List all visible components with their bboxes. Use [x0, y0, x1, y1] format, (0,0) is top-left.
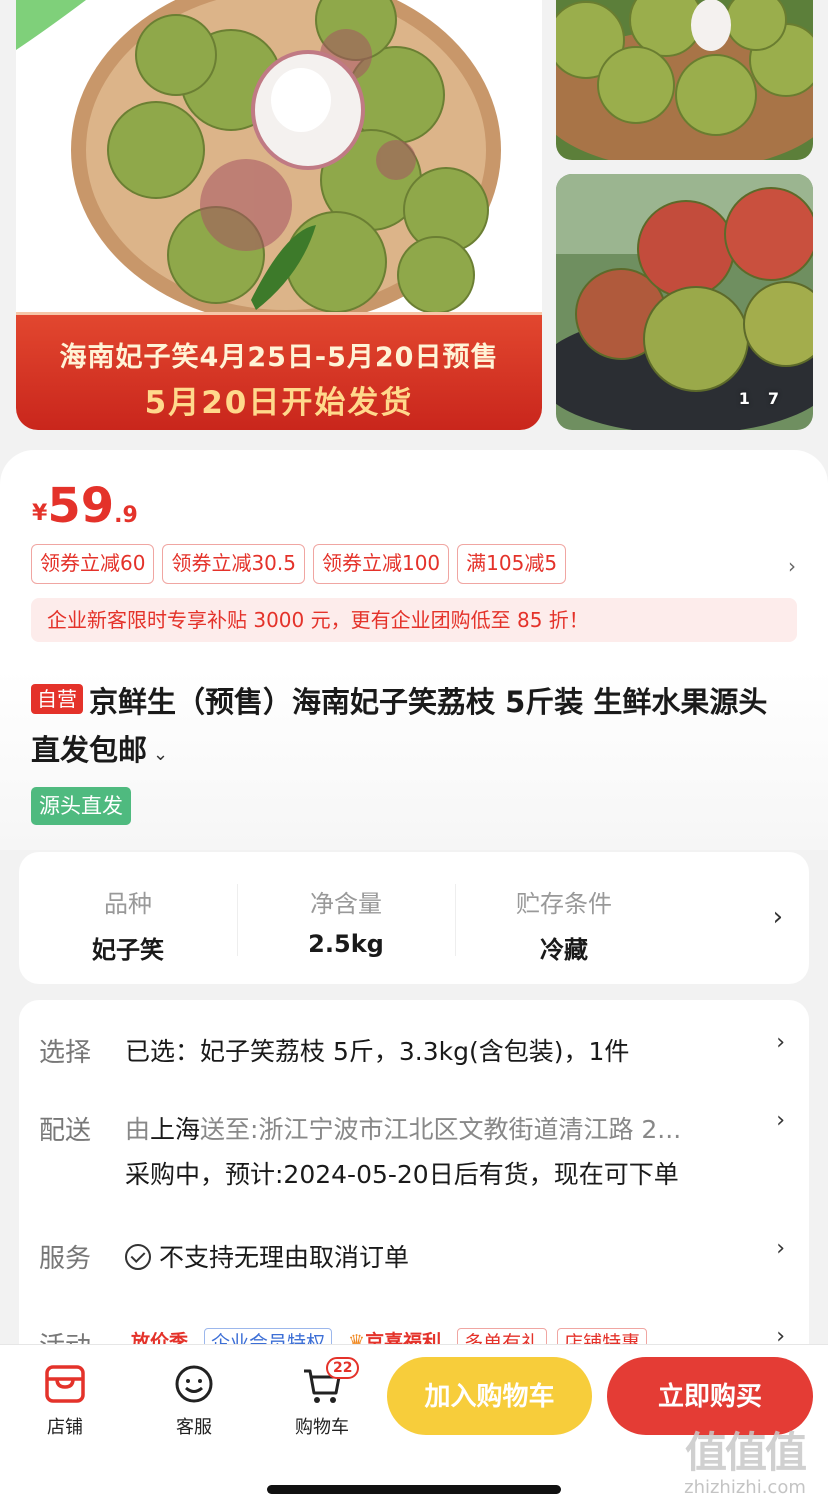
coupon-more-chevron-icon[interactable]: › [788, 554, 796, 578]
origin-city: 上海 [150, 1115, 201, 1144]
chevron-right-icon[interactable]: › [776, 1030, 785, 1055]
coupon-tag[interactable]: 领券立减30.5 [162, 544, 305, 584]
chevron-right-icon[interactable]: › [776, 1236, 785, 1261]
check-circle-icon [125, 1244, 151, 1270]
promo-line-2: 5月20日开始发货 [144, 385, 414, 421]
watermark-logo: 值值值 [684, 1428, 807, 1477]
watermark-site: zhizhizhi.com [684, 1477, 806, 1498]
site-watermark: 值值值 zhizhizhi.com [670, 1429, 820, 1505]
delivery-address: 由上海送至:浙江宁波市江北区文教街道清江路 2... [125, 1115, 682, 1144]
details-card: 选择 已选：妃子笑荔枝 5斤，3.3kg(含包装)，1件 › 配送 由上海送至:… [19, 1000, 809, 1360]
chat-smile-icon [175, 1365, 213, 1403]
attribute-key: 净含量 [310, 890, 382, 918]
attribute-value: 冷藏 [540, 936, 588, 964]
currency-symbol: ¥ [32, 501, 48, 526]
price: ¥59.9 [32, 478, 138, 534]
store-icon [45, 1365, 85, 1403]
delivery-label: 配送 [39, 1116, 92, 1146]
chevron-right-icon[interactable]: › [773, 902, 783, 932]
source-direct-badge: 源头直发 [31, 787, 131, 825]
attribute-storage: 贮存条件 冷藏 [455, 852, 673, 984]
home-indicator[interactable] [267, 1485, 561, 1494]
lychee-bowl-illustration [556, 0, 813, 160]
thumbnail-image-1[interactable] [556, 0, 813, 160]
coupon-tag[interactable]: 满105减5 [457, 544, 567, 584]
buy-now-button[interactable]: 立即购买 [607, 1357, 813, 1435]
bottom-action-bar: 店铺 客服 22 购物车 加入购物车 立即购买 值值值 zhizhizhi.co… [0, 1344, 828, 1508]
chevron-down-icon[interactable]: ⌄ [153, 744, 168, 765]
cart-label: 购物车 [295, 1417, 349, 1438]
coupon-list: 领券立减60 领券立减30.5 领券立减100 满105减5 [31, 544, 567, 584]
attributes-card[interactable]: 品种 妃子笑 净含量 2.5kg 贮存条件 冷藏 › [19, 852, 809, 984]
customer-service-button[interactable]: 客服 [154, 1363, 234, 1439]
attribute-variety: 品种 妃子笑 [19, 852, 237, 984]
coupon-tag[interactable]: 领券立减100 [312, 544, 450, 584]
price-decimal: .9 [114, 503, 138, 528]
enterprise-subsidy-banner[interactable]: 企业新客限时专享补贴 3000 元，更有企业团购低至 85 折！ [31, 598, 797, 642]
cart-count-badge: 22 [326, 1357, 360, 1379]
select-label: 选择 [39, 1038, 92, 1068]
image-gallery[interactable]: 海南妃子笑4月25日-5月20日预售 5月20日开始发货 17 [0, 0, 828, 450]
price-integer: 59 [47, 478, 115, 534]
service-label: 服务 [39, 1244, 92, 1274]
delivery-status: 采购中，预计:2024-05-20日后有货，现在可下单 [125, 1160, 679, 1189]
store-nav-button[interactable]: 店铺 [25, 1363, 105, 1439]
attribute-key: 品种 [104, 890, 152, 918]
thumbnail-image-2[interactable]: 17 [556, 174, 813, 430]
selected-spec: 已选：妃子笑荔枝 5斤，3.3kg(含包装)，1件 [125, 1037, 630, 1066]
cart-nav-button[interactable]: 22 购物车 [282, 1357, 362, 1439]
main-product-image[interactable]: 海南妃子笑4月25日-5月20日预售 5月20日开始发货 [16, 0, 542, 430]
product-info-card: ¥59.9 领券立减60 领券立减30.5 领券立减100 满105减5 › 企… [0, 450, 828, 850]
product-title[interactable]: 自营 京鲜生（预售）海南妃子笑荔枝 5斤装 生鲜水果源头直发包邮 ⌄ [31, 678, 791, 779]
promo-line-1: 海南妃子笑4月25日-5月20日预售 [59, 342, 499, 373]
service-label: 客服 [176, 1417, 212, 1438]
attribute-key: 贮存条件 [516, 890, 612, 918]
self-operated-badge: 自营 [31, 684, 83, 714]
image-counter: 17 [738, 389, 797, 408]
chevron-right-icon[interactable]: › [776, 1108, 785, 1133]
service-info: 不支持无理由取消订单 [125, 1238, 409, 1274]
store-label: 店铺 [47, 1417, 83, 1438]
attribute-value: 妃子笑 [92, 936, 164, 964]
product-title-text: 京鲜生（预售）海南妃子笑荔枝 5斤装 生鲜水果源头直发包邮 [31, 685, 768, 767]
attribute-net-weight: 净含量 2.5kg [237, 852, 455, 984]
add-to-cart-button[interactable]: 加入购物车 [387, 1357, 592, 1435]
promo-banner: 海南妃子笑4月25日-5月20日预售 5月20日开始发货 [16, 312, 542, 430]
coupon-tag[interactable]: 领券立减60 [31, 544, 155, 584]
attribute-value: 2.5kg [308, 930, 384, 958]
